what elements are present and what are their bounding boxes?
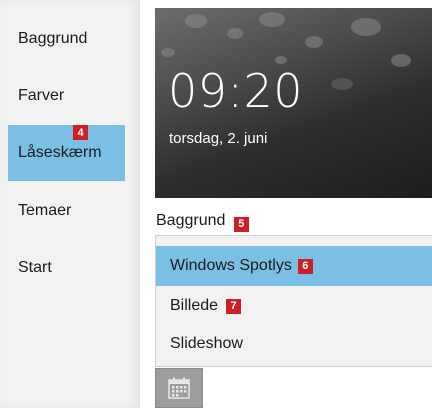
sidebar-item-farver[interactable]: Farver: [8, 68, 125, 124]
callout-badge: 6: [297, 258, 313, 274]
sidebar: Baggrund Farver Låseskærm 4 Temaer Start: [0, 0, 140, 408]
sidebar-item-laaseskaerm[interactable]: Låseskærm 4: [8, 125, 125, 181]
pebble-decoration: [259, 12, 285, 27]
pebble-decoration: [351, 18, 381, 36]
pebble-decoration: [305, 36, 323, 48]
option-billede[interactable]: Billede 7: [156, 286, 432, 326]
option-label: Windows Spotlys: [170, 257, 292, 274]
sidebar-item-temaer[interactable]: Temaer: [8, 183, 125, 239]
background-section-label: Baggrund 5: [156, 212, 249, 232]
lockscreen-time: 09:20: [168, 64, 304, 118]
pebble-decoration: [275, 56, 287, 64]
sidebar-item-label: Temaer: [18, 202, 72, 219]
lockscreen-preview: 09:20 torsdag, 2. juni: [155, 8, 432, 198]
background-dropdown[interactable]: Windows Spotlys 6 Billede 7 Slideshow: [155, 235, 432, 367]
callout-badge: 4: [73, 125, 88, 140]
background-label-text: Baggrund: [156, 212, 226, 229]
settings-window: Baggrund Farver Låseskærm 4 Temaer Start…: [0, 0, 432, 408]
option-label: Slideshow: [170, 335, 243, 352]
pebble-decoration: [185, 14, 207, 28]
calendar-icon: [168, 377, 190, 399]
sidebar-item-label: Start: [18, 259, 52, 276]
callout-badge: 5: [233, 216, 249, 232]
calendar-app-button[interactable]: [155, 368, 203, 408]
sidebar-item-baggrund[interactable]: Baggrund: [8, 11, 125, 67]
option-slideshow[interactable]: Slideshow: [156, 324, 432, 364]
pebble-decoration: [227, 28, 243, 39]
pebble-decoration: [161, 48, 175, 57]
sidebar-item-label: Låseskærm: [18, 144, 102, 161]
option-label: Billede: [170, 297, 219, 314]
sidebar-item-label: Baggrund: [18, 30, 88, 47]
lockscreen-date: torsdag, 2. juni: [169, 130, 268, 147]
pebble-decoration: [331, 78, 353, 90]
sidebar-item-start[interactable]: Start: [8, 240, 125, 296]
callout-badge: 7: [226, 298, 242, 314]
option-windows-spotlys[interactable]: Windows Spotlys 6: [156, 246, 432, 286]
sidebar-item-label: Farver: [18, 87, 65, 104]
pebble-decoration: [391, 54, 411, 67]
